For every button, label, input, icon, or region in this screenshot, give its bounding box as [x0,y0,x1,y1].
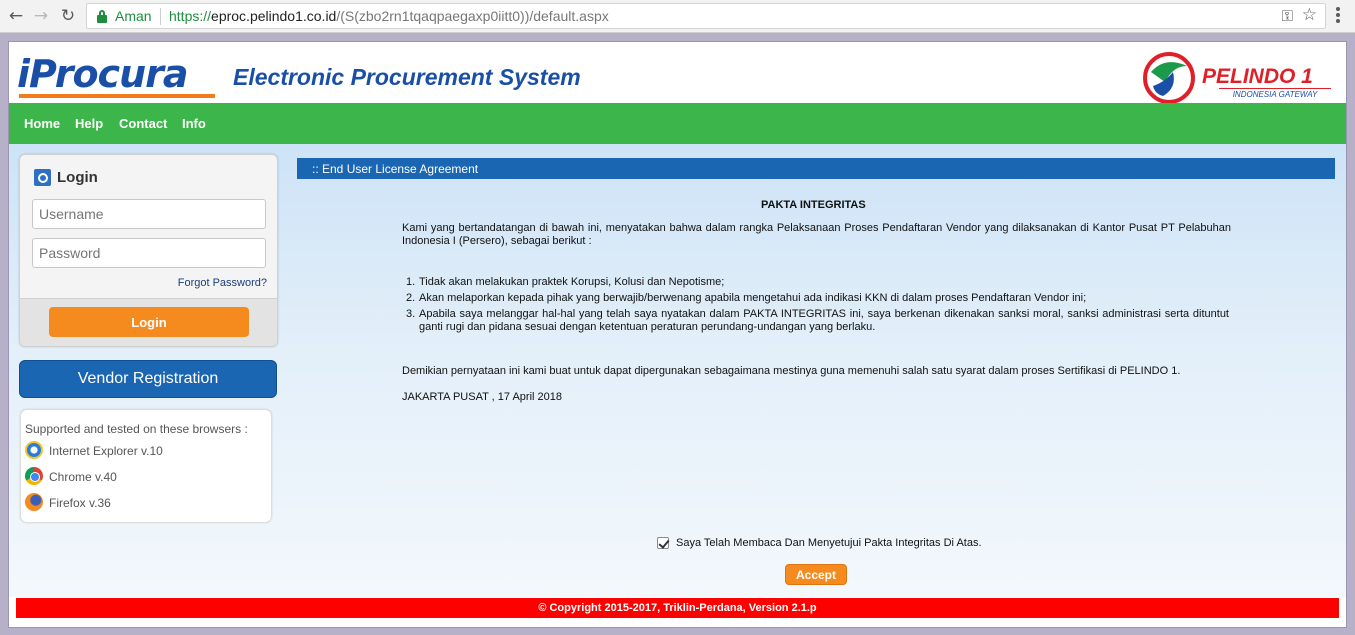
main-content: Login Forgot Password? Login Vendor Regi… [9,144,1346,597]
site-header: iProcura Electronic Procurement System P… [9,42,1346,104]
url-text[interactable]: https://eproc.pelindo1.co.id/(S(zbo2rn1t… [169,8,609,24]
nav-home[interactable]: Home [24,116,60,131]
username-input[interactable] [32,199,266,229]
agree-checkbox[interactable] [657,537,669,549]
reload-icon[interactable]: ↻ [58,6,78,26]
eula-points: 1. Tidak akan melakukan praktek Korupsi, … [402,276,1229,337]
key-login-icon [34,169,51,186]
key-icon[interactable]: ⚿ [1282,7,1293,25]
forward-arrow-icon[interactable]: → [31,6,51,26]
browser-label: Internet Explorer v.10 [49,444,163,458]
vendor-registration-button[interactable]: Vendor Registration [19,360,277,398]
login-footer: Login [20,298,277,346]
nav-help[interactable]: Help [75,116,103,131]
nav-info[interactable]: Info [182,116,206,131]
back-arrow-icon[interactable]: ← [6,6,26,26]
pelindo-logo-icon [1143,52,1195,104]
bookmark-star-icon[interactable]: ☆ [1302,5,1317,25]
secure-label: Aman [115,8,152,24]
chrome-icon [25,467,43,485]
iprocura-logo[interactable]: iProcura [17,54,217,102]
site-title: Electronic Procurement System [233,64,581,90]
partner-name: PELINDO 1 [1202,65,1313,88]
eula-header: :: End User License Agreement [297,158,1335,179]
lock-icon [97,10,107,23]
partner-tagline: INDONESIA GATEWAY [1219,88,1331,99]
list-item: 2. Akan melaporkan kepada pihak yang berw… [406,292,1087,304]
address-bar[interactable]: Aman https://eproc.pelindo1.co.id/(S(zbo… [86,3,1326,29]
accept-button[interactable]: Accept [785,564,847,585]
browser-toolbar: ← → ↻ Aman https://eproc.pelindo1.co.id/… [0,0,1355,33]
supported-browsers-panel: Supported and tested on these browsers :… [20,409,272,523]
internet-explorer-icon [25,441,43,459]
list-item: 1. Tidak akan melakukan praktek Korupsi, … [406,276,725,288]
firefox-icon [25,493,43,511]
main-nav: Home Help Contact Info [9,103,1346,144]
login-button[interactable]: Login [49,307,249,337]
login-title: Login [57,169,98,186]
eula-closing: Demikian pernyataan ini kami buat untuk … [402,365,1181,377]
address-divider [160,8,161,25]
eula-intro: Kami yang bertandatangan di bawah ini, m… [402,222,1231,247]
agree-label[interactable]: Saya Telah Membaca Dan Menyetujui Pakta … [676,537,982,549]
nav-contact[interactable]: Contact [119,116,167,131]
login-panel: Login Forgot Password? Login [19,154,278,347]
list-item: 3. Apabila saya melanggar hal-hal yang te… [406,308,1229,333]
web-page: iProcura Electronic Procurement System P… [8,41,1347,628]
browser-label: Chrome v.40 [49,470,117,484]
browser-menu-icon[interactable] [1336,7,1340,25]
eula-place-date: JAKARTA PUSAT , 17 April 2018 [402,391,562,403]
browser-label: Firefox v.36 [49,496,111,510]
footer-copyright: © Copyright 2015-2017, Triklin-Perdana, … [16,598,1339,618]
eula-title: PAKTA INTEGRITAS [761,199,866,211]
forgot-password-link[interactable]: Forgot Password? [178,277,267,289]
password-input[interactable] [32,238,266,268]
browsers-title: Supported and tested on these browsers : [25,422,248,436]
